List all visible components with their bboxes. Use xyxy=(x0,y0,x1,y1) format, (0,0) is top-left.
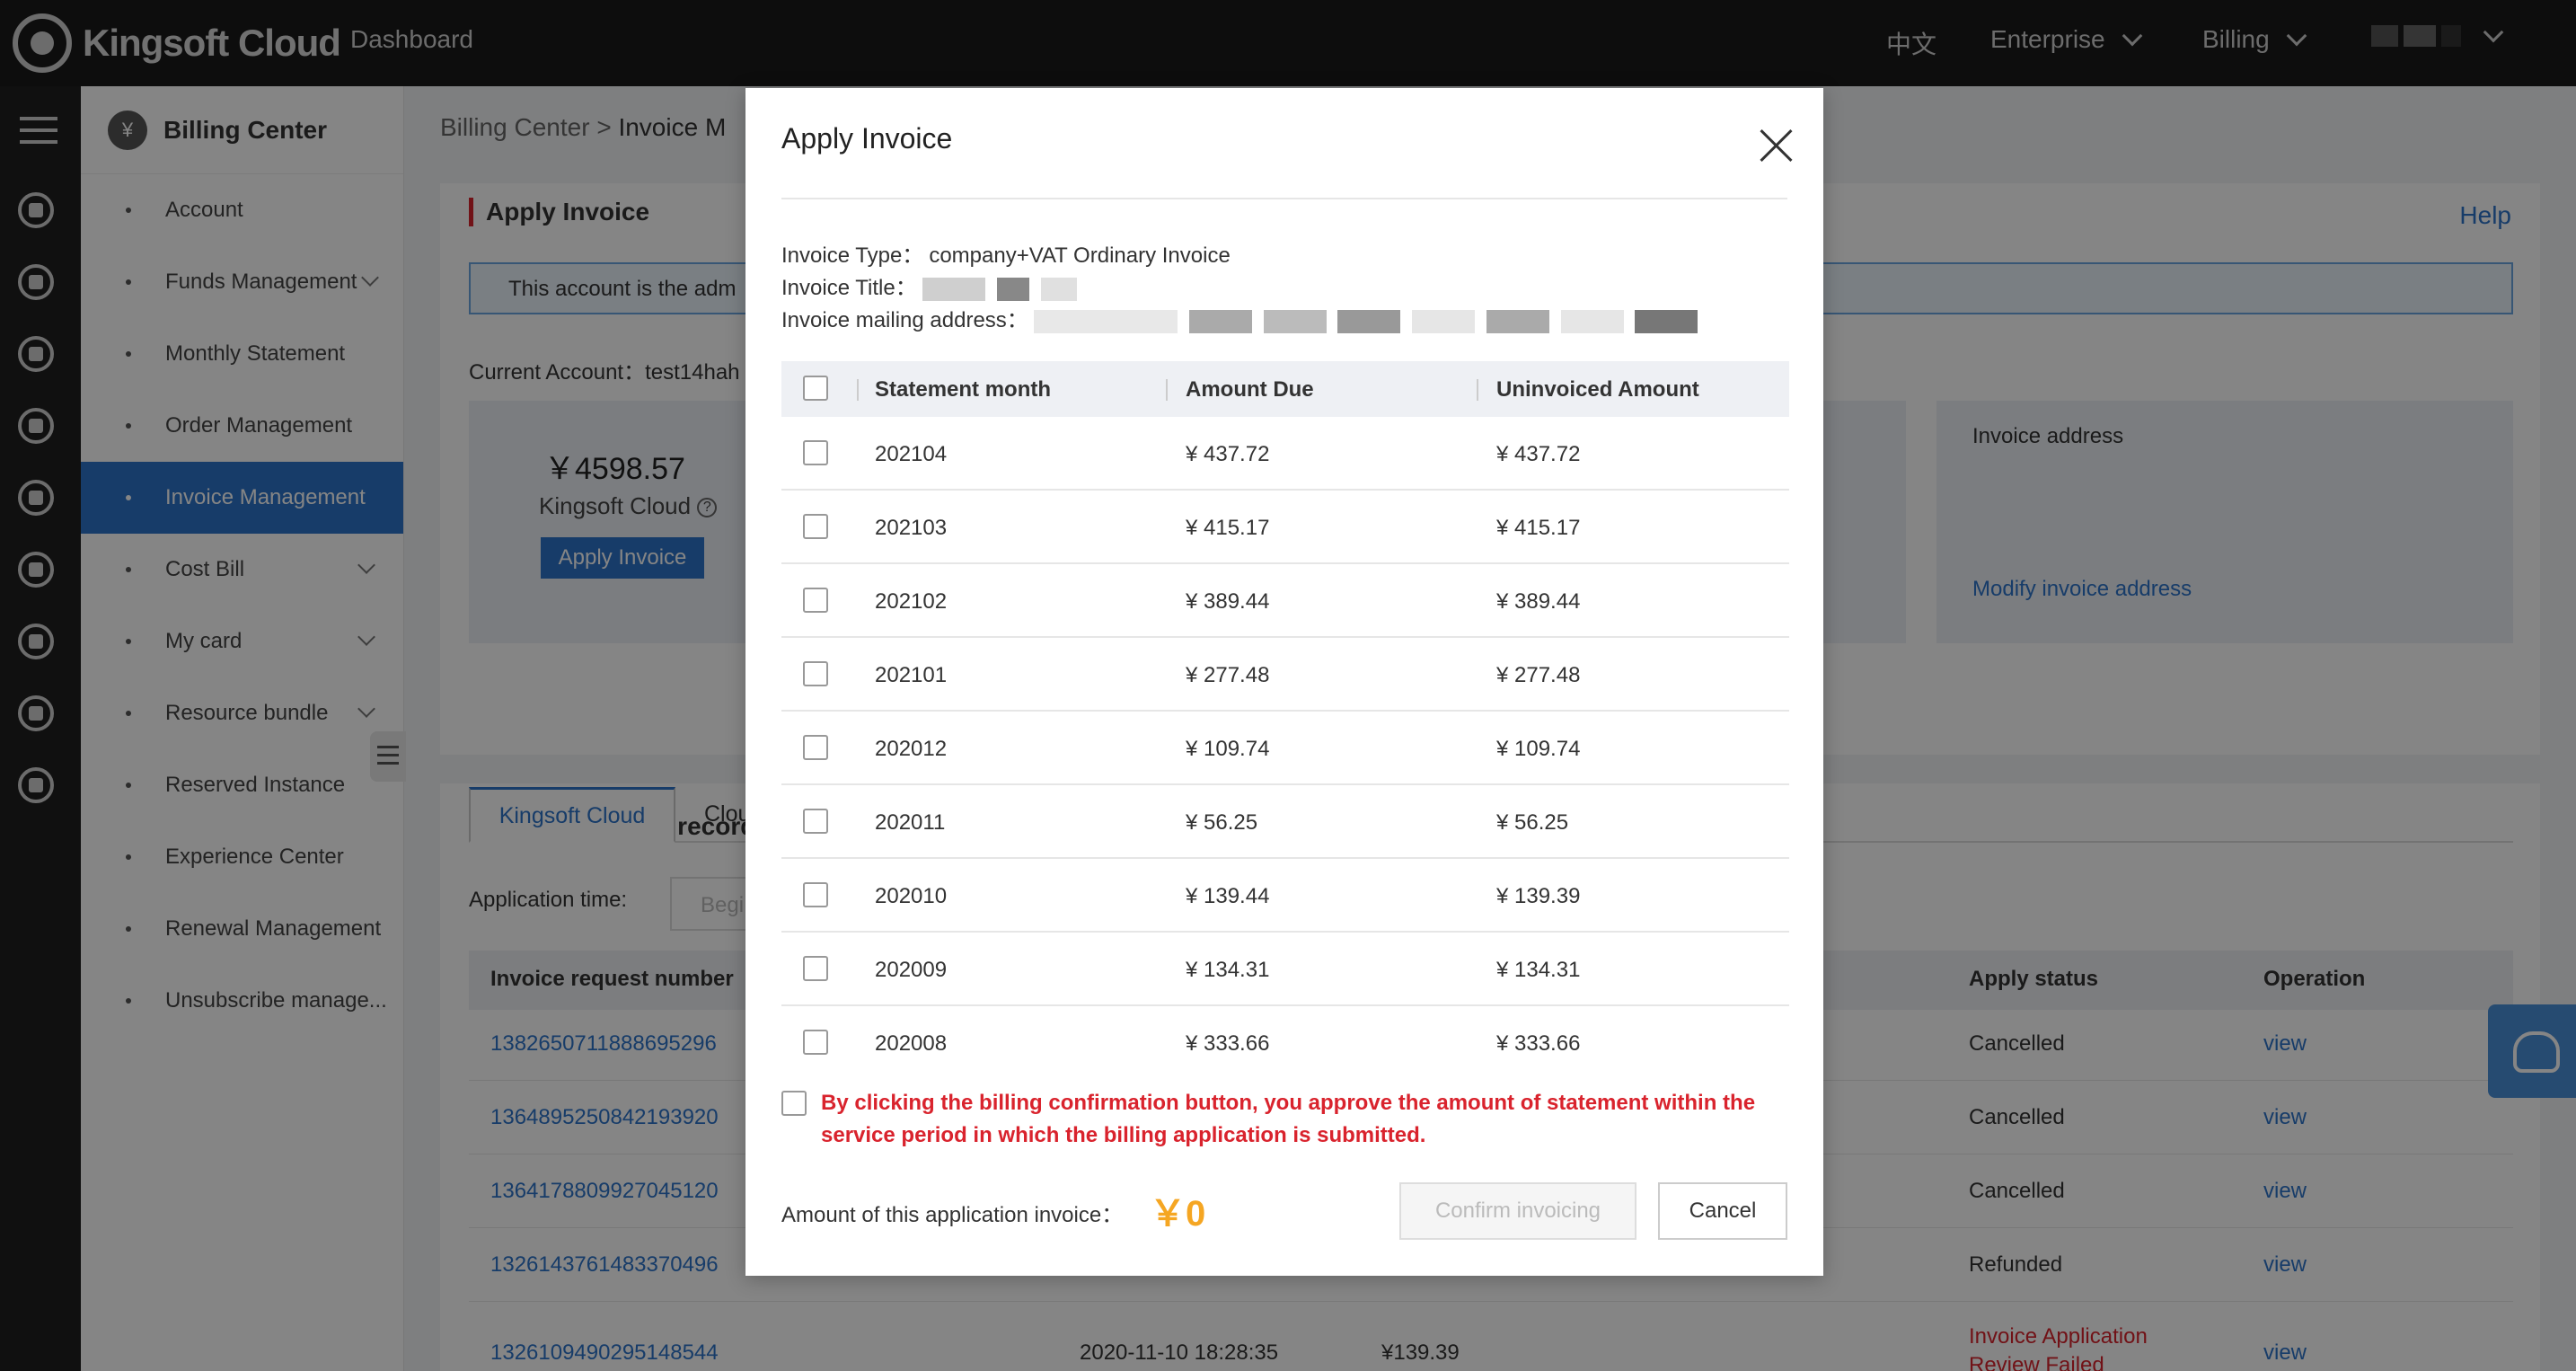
column-amount-due: Amount Due xyxy=(1186,377,1314,402)
invoice-type: Invoice Type： company+VAT Ordinary Invoic… xyxy=(781,243,1231,268)
row-checkbox[interactable] xyxy=(803,882,828,907)
statement-table-header: Statement month Amount Due Uninvoiced Am… xyxy=(781,361,1789,417)
amount-due: ¥ 333.66 xyxy=(1186,1031,1270,1056)
uninvoiced-amount: ¥ 277.48 xyxy=(1496,663,1581,687)
invoice-amount-label: Amount of this application invoice： xyxy=(781,1203,1124,1227)
redacted-text xyxy=(1635,309,1698,333)
uninvoiced-amount: ¥ 415.17 xyxy=(1496,516,1581,540)
amount-due: ¥ 134.31 xyxy=(1186,958,1270,982)
redacted-text xyxy=(1189,309,1253,333)
redacted-text xyxy=(997,277,1030,301)
statement-month: 202102 xyxy=(875,589,948,614)
statement-month: 202101 xyxy=(875,663,948,687)
uninvoiced-amount: ¥ 139.39 xyxy=(1496,884,1581,908)
redacted-text xyxy=(1486,309,1549,333)
statement-row: 202104 ¥ 437.72 ¥ 437.72 xyxy=(781,417,1789,491)
invoice-title: Invoice Title： xyxy=(781,270,1082,301)
amount-due: ¥ 109.74 xyxy=(1186,737,1270,761)
amount-due: ¥ 277.48 xyxy=(1186,663,1270,687)
statement-month: 202103 xyxy=(875,516,948,540)
statement-row: 202009 ¥ 134.31 ¥ 134.31 xyxy=(781,933,1789,1006)
statement-row: 202101 ¥ 277.48 ¥ 277.48 xyxy=(781,638,1789,712)
agreement-checkbox[interactable] xyxy=(781,1091,807,1116)
close-icon[interactable] xyxy=(1759,128,1795,164)
statement-month: 202012 xyxy=(875,737,948,761)
redacted-text xyxy=(1263,309,1327,333)
amount-due: ¥ 389.44 xyxy=(1186,589,1270,614)
uninvoiced-amount: ¥ 56.25 xyxy=(1496,810,1569,835)
statement-row: 202012 ¥ 109.74 ¥ 109.74 xyxy=(781,712,1789,785)
statement-table: Statement month Amount Due Uninvoiced Am… xyxy=(781,361,1789,1062)
statement-row: 202103 ¥ 415.17 ¥ 415.17 xyxy=(781,491,1789,564)
statement-month: 202011 xyxy=(875,810,946,835)
row-checkbox[interactable] xyxy=(803,440,828,465)
redacted-text xyxy=(1337,309,1401,333)
redacted-text xyxy=(1560,309,1624,333)
uninvoiced-amount: ¥ 109.74 xyxy=(1496,737,1581,761)
row-checkbox[interactable] xyxy=(803,1030,828,1055)
uninvoiced-amount: ¥ 134.31 xyxy=(1496,958,1581,982)
statement-month: 202009 xyxy=(875,958,948,982)
amount-due: ¥ 56.25 xyxy=(1186,810,1258,835)
statement-month: 202010 xyxy=(875,884,948,908)
uninvoiced-amount: ¥ 389.44 xyxy=(1496,589,1581,614)
invoice-amount-value: ￥0 xyxy=(1150,1194,1206,1234)
apply-invoice-modal: Apply Invoice Invoice Type： company+VAT O… xyxy=(745,88,1823,1276)
amount-due: ¥ 415.17 xyxy=(1186,516,1270,540)
invoice-mailing-address: Invoice mailing address： xyxy=(781,302,1703,333)
row-checkbox[interactable] xyxy=(803,809,828,834)
redacted-text xyxy=(1034,309,1178,333)
statement-row: 202102 ¥ 389.44 ¥ 389.44 xyxy=(781,564,1789,638)
column-statement-month: Statement month xyxy=(875,377,1052,402)
row-checkbox[interactable] xyxy=(803,661,828,686)
cancel-button[interactable]: Cancel xyxy=(1658,1182,1787,1240)
select-all-checkbox[interactable] xyxy=(803,376,828,401)
statement-month: 202008 xyxy=(875,1031,948,1056)
amount-due: ¥ 139.44 xyxy=(1186,884,1270,908)
statement-row: 202010 ¥ 139.44 ¥ 139.39 xyxy=(781,859,1789,933)
uninvoiced-amount: ¥ 437.72 xyxy=(1496,442,1581,466)
column-uninvoiced-amount: Uninvoiced Amount xyxy=(1496,377,1699,402)
row-checkbox[interactable] xyxy=(803,956,828,981)
row-checkbox[interactable] xyxy=(803,735,828,760)
amount-due: ¥ 437.72 xyxy=(1186,442,1270,466)
row-checkbox[interactable] xyxy=(803,514,828,539)
modal-divider xyxy=(781,198,1787,199)
uninvoiced-amount: ¥ 333.66 xyxy=(1496,1031,1581,1056)
statement-row: 202008 ¥ 333.66 ¥ 333.66 xyxy=(781,1006,1789,1062)
redacted-text xyxy=(1040,277,1077,301)
confirm-invoicing-button[interactable]: Confirm invoicing xyxy=(1399,1182,1636,1240)
redacted-text xyxy=(922,277,986,301)
modal-title: Apply Invoice xyxy=(781,122,953,155)
statement-month: 202104 xyxy=(875,442,948,466)
row-checkbox[interactable] xyxy=(803,588,828,613)
agreement-text: By clicking the billing confirmation but… xyxy=(821,1091,1756,1147)
statement-row: 202011 ¥ 56.25 ¥ 56.25 xyxy=(781,785,1789,859)
redacted-text xyxy=(1412,309,1476,333)
